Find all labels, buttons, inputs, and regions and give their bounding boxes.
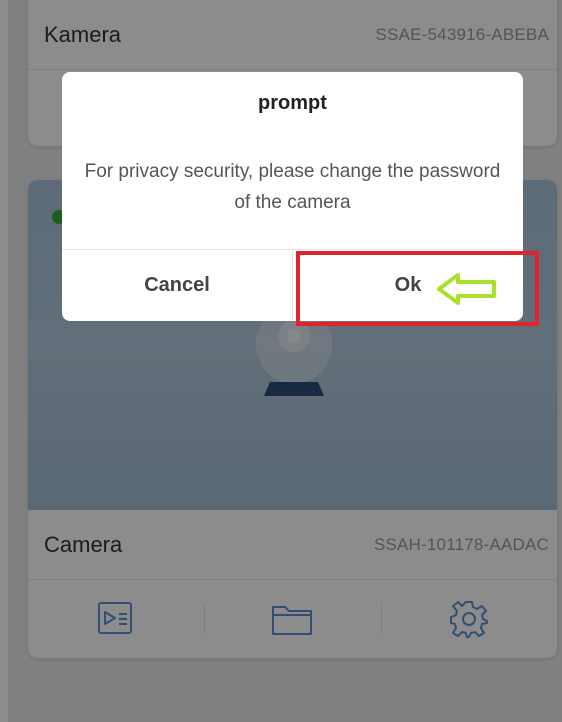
- dialog-message: For privacy security, please change the …: [84, 161, 501, 213]
- ok-highlight-box: [296, 251, 539, 326]
- left-arrow-icon: [437, 273, 496, 305]
- dialog-title: prompt: [258, 92, 327, 114]
- cancel-button[interactable]: Cancel: [62, 250, 292, 321]
